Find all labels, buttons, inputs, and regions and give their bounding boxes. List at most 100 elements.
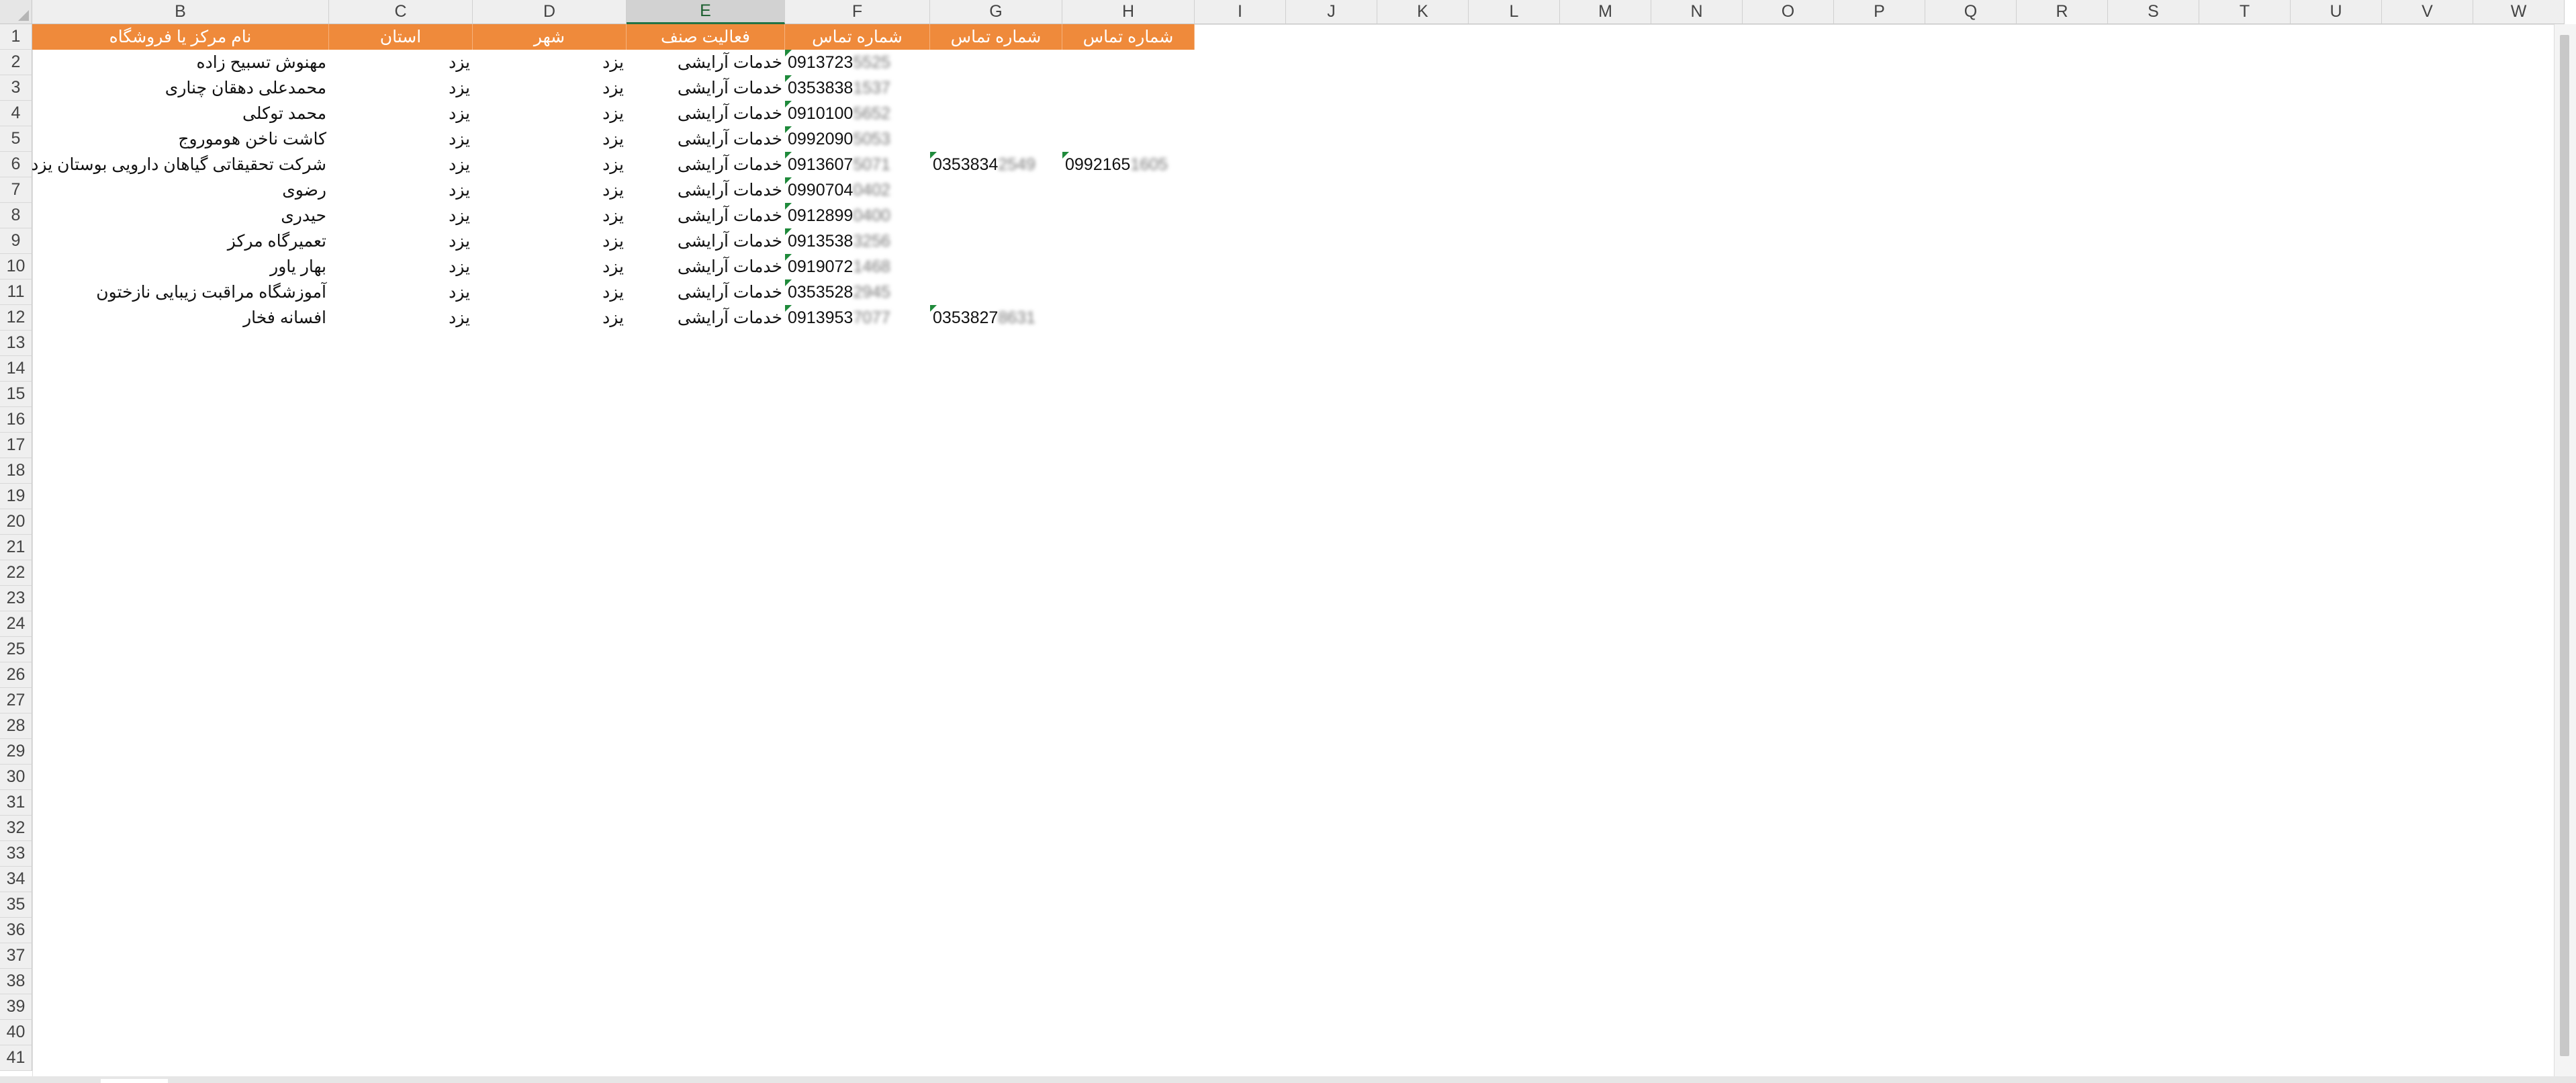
cell-phone-2[interactable]: 0353834 2549 (930, 152, 1062, 177)
cell-province[interactable]: یزد (329, 305, 473, 331)
column-header-g[interactable]: G (930, 0, 1062, 24)
cell-phone-2[interactable]: 0353827 8631 (930, 305, 1062, 331)
cell-phone-1[interactable]: 0913723 5525 (785, 50, 930, 75)
vertical-scroll-thumb[interactable] (2560, 35, 2569, 1056)
row-header-26[interactable]: 26 (0, 662, 32, 688)
cell-center-name[interactable]: شرکت تحقیقاتی گیاهان دارویی بوستان یزد (32, 152, 329, 177)
cell-province[interactable]: یزد (329, 50, 473, 75)
row-header-6[interactable]: 6 (0, 152, 32, 177)
cell-activity[interactable]: خدمات آرایشی (627, 126, 785, 152)
row-header-21[interactable]: 21 (0, 535, 32, 560)
cell-center-name[interactable]: کاشت ناخن هوموروج (32, 126, 329, 152)
row-header-15[interactable]: 15 (0, 382, 32, 407)
cell-phone-3[interactable] (1062, 228, 1195, 254)
horizontal-scroll-thumb[interactable] (101, 1079, 168, 1083)
row-header-40[interactable]: 40 (0, 1020, 32, 1045)
header-cell-phone-1[interactable]: شماره تماس (785, 24, 930, 50)
cell-activity[interactable]: خدمات آرایشی (627, 101, 785, 126)
cell-phone-1[interactable]: 0992090 5053 (785, 126, 930, 152)
spreadsheet-grid[interactable]: BCDEFGHIJKLMNOPQRSTUVW 1 2 3 4 5 6 7 8 9 10 11 12 13… (0, 0, 2576, 1083)
header-cell-phone-3[interactable]: شماره تماس (1062, 24, 1195, 50)
cell-activity[interactable]: خدمات آرایشی (627, 228, 785, 254)
cell-city[interactable]: یزد (473, 305, 627, 331)
column-header-b[interactable]: B (32, 0, 329, 24)
cell-province[interactable]: یزد (329, 75, 473, 101)
row-header-27[interactable]: 27 (0, 688, 32, 713)
column-header-q[interactable]: Q (1925, 0, 2017, 24)
header-cell-city[interactable]: شهر (473, 24, 627, 50)
row-header-3[interactable]: 3 (0, 75, 32, 101)
row-header-39[interactable]: 39 (0, 994, 32, 1020)
row-header-24[interactable]: 24 (0, 611, 32, 637)
column-header-d[interactable]: D (473, 0, 627, 24)
cell-city[interactable]: یزد (473, 228, 627, 254)
row-header-38[interactable]: 38 (0, 969, 32, 994)
cell-phone-1[interactable]: 0919072 1468 (785, 254, 930, 279)
row-header-14[interactable]: 14 (0, 356, 32, 382)
cell-city[interactable]: یزد (473, 50, 627, 75)
cell-center-name[interactable]: تعمیرگاه مرکز (32, 228, 329, 254)
row-header-32[interactable]: 32 (0, 816, 32, 841)
row-header-18[interactable]: 18 (0, 458, 32, 484)
cell-phone-3[interactable] (1062, 279, 1195, 305)
column-header-w[interactable]: W (2473, 0, 2565, 24)
cell-province[interactable]: یزد (329, 101, 473, 126)
cell-city[interactable]: یزد (473, 203, 627, 228)
cell-phone-1[interactable]: 0913953 7077 (785, 305, 930, 331)
row-header-10[interactable]: 10 (0, 254, 32, 279)
cell-activity[interactable]: خدمات آرایشی (627, 254, 785, 279)
row-header-20[interactable]: 20 (0, 509, 32, 535)
cell-center-name[interactable]: افسانه فخار (32, 305, 329, 331)
cell-activity[interactable]: خدمات آرایشی (627, 75, 785, 101)
column-header-l[interactable]: L (1469, 0, 1560, 24)
cell-phone-3[interactable] (1062, 305, 1195, 331)
cell-city[interactable]: یزد (473, 101, 627, 126)
column-header-i[interactable]: I (1195, 0, 1286, 24)
row-header-16[interactable]: 16 (0, 407, 32, 433)
cell-center-name[interactable]: آموزشگاه مراقبت زیبایی نازختون (32, 279, 329, 305)
column-header-p[interactable]: P (1834, 0, 1925, 24)
row-header-7[interactable]: 7 (0, 177, 32, 203)
cell-activity[interactable]: خدمات آرایشی (627, 177, 785, 203)
row-header-36[interactable]: 36 (0, 918, 32, 943)
cell-phone-1[interactable]: 0990704 0402 (785, 177, 930, 203)
cell-province[interactable]: یزد (329, 203, 473, 228)
cell-phone-1[interactable]: 0913538 3256 (785, 228, 930, 254)
cell-city[interactable]: یزد (473, 254, 627, 279)
row-header-25[interactable]: 25 (0, 637, 32, 662)
row-header-35[interactable]: 35 (0, 892, 32, 918)
cell-activity[interactable]: خدمات آرایشی (627, 203, 785, 228)
row-header-2[interactable]: 2 (0, 50, 32, 75)
row-header-4[interactable]: 4 (0, 101, 32, 126)
header-cell-province[interactable]: استان (329, 24, 473, 50)
row-header-22[interactable]: 22 (0, 560, 32, 586)
cell-province[interactable]: یزد (329, 254, 473, 279)
cell-province[interactable]: یزد (329, 177, 473, 203)
cell-phone-2[interactable] (930, 101, 1062, 126)
cell-phone-3[interactable] (1062, 254, 1195, 279)
row-header-23[interactable]: 23 (0, 586, 32, 611)
cell-center-name[interactable]: رضوی (32, 177, 329, 203)
cell-phone-2[interactable] (930, 228, 1062, 254)
cell-phone-3[interactable] (1062, 177, 1195, 203)
column-header-k[interactable]: K (1377, 0, 1469, 24)
cell-phone-1[interactable]: 0353838 1537 (785, 75, 930, 101)
row-header-31[interactable]: 31 (0, 790, 32, 816)
column-header-j[interactable]: J (1286, 0, 1377, 24)
cell-activity[interactable]: خدمات آرایشی (627, 279, 785, 305)
row-header-17[interactable]: 17 (0, 433, 32, 458)
cell-center-name[interactable]: بهار یاور (32, 254, 329, 279)
cell-city[interactable]: یزد (473, 75, 627, 101)
cell-phone-3[interactable] (1062, 126, 1195, 152)
cell-activity[interactable]: خدمات آرایشی (627, 50, 785, 75)
cell-phone-2[interactable] (930, 254, 1062, 279)
column-header-s[interactable]: S (2108, 0, 2199, 24)
cell-center-name[interactable]: حیدری (32, 203, 329, 228)
cell-phone-2[interactable] (930, 126, 1062, 152)
cell-phone-2[interactable] (930, 75, 1062, 101)
cell-phone-1[interactable]: 0910100 5652 (785, 101, 930, 126)
cell-province[interactable]: یزد (329, 152, 473, 177)
cell-province[interactable]: یزد (329, 126, 473, 152)
row-header-9[interactable]: 9 (0, 228, 32, 254)
row-header-1[interactable]: 1 (0, 24, 32, 50)
